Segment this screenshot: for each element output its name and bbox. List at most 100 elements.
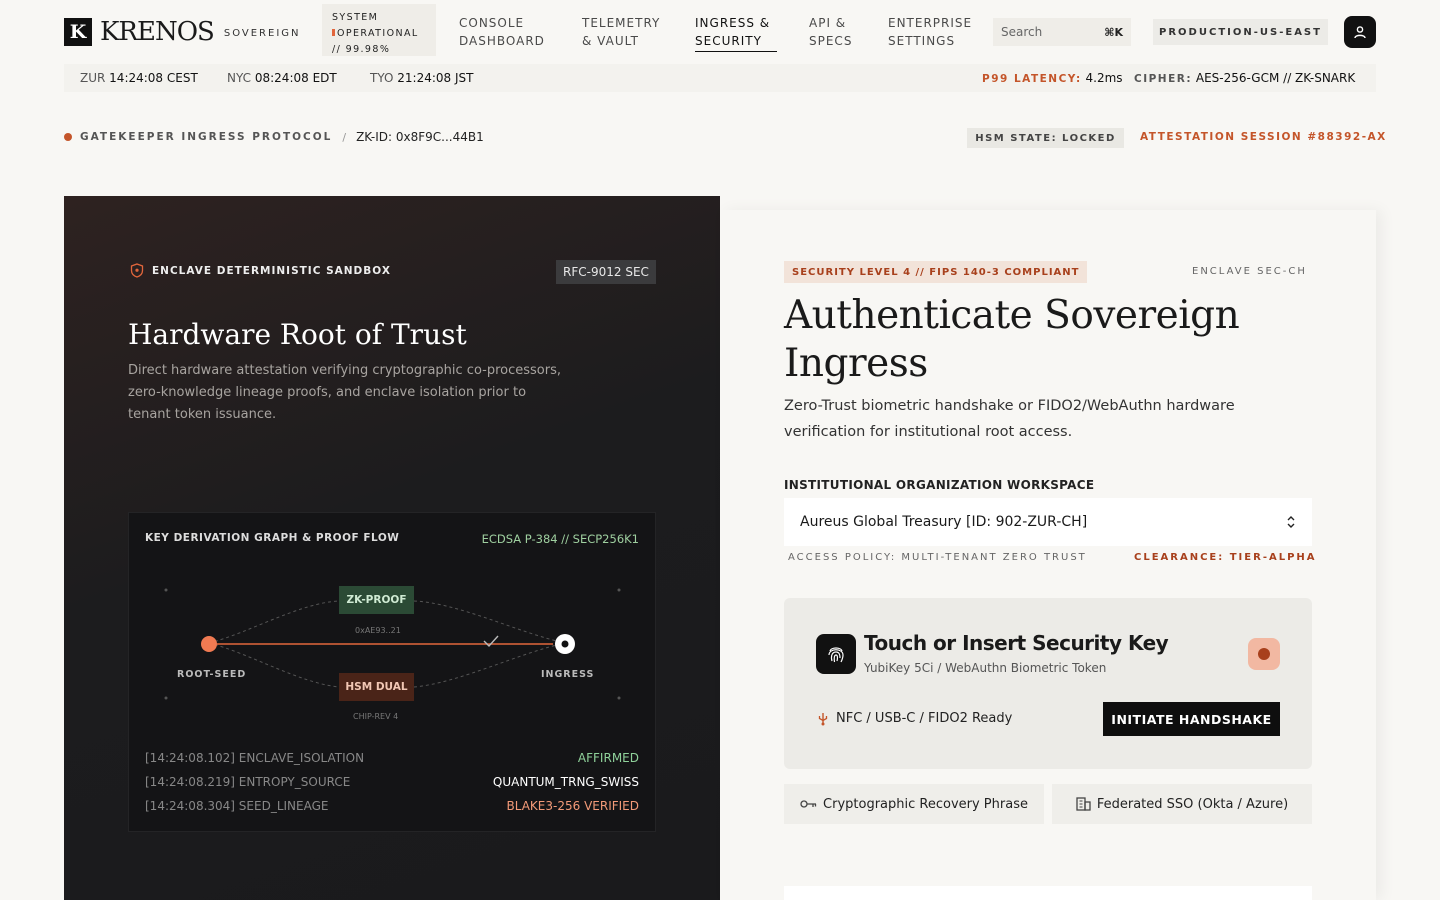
workspace-label: INSTITUTIONAL ORGANIZATION WORKSPACE [784, 478, 1095, 492]
search-placeholder: Search [1001, 25, 1043, 39]
nav-label-1: API & [809, 16, 847, 30]
clock-tyo-time: 21:24:08 JST [397, 71, 474, 85]
cipher-label: CIPHER: [1134, 73, 1193, 85]
nav-telemetry-vault[interactable]: TELEMETRY & VAULT [582, 14, 660, 50]
clock-tyo: TYO 21:24:08 JST [370, 71, 473, 85]
clock-tyo-label: TYO [370, 71, 394, 85]
cipher-value: AES-256-GCM // ZK-SNARK [1195, 71, 1356, 85]
top-header: K KRENOS SOVEREIGN SYSTEM OPERATIONAL //… [0, 0, 1440, 64]
clock-zur: ZUR 14:24:08 CEST [80, 71, 198, 85]
nfc-status-text: NFC / USB-C / FIDO2 Ready [836, 711, 1013, 726]
system-status: SYSTEM OPERATIONAL // 99.98% [322, 4, 436, 56]
nav-ingress-security[interactable]: INGRESS & SECURITY [695, 14, 777, 52]
auth-title: Authenticate Sovereign Ingress [784, 293, 1240, 386]
zk-proof-node[interactable]: ZK-PROOF [339, 586, 414, 614]
recording-dot [1258, 648, 1270, 660]
cipher-readout: CIPHER: AES-256-GCM // ZK-SNARK [1134, 71, 1355, 85]
user-icon [1354, 26, 1366, 39]
building-icon [1076, 797, 1091, 811]
security-key-panel: Touch or Insert Security Key YubiKey 5Ci… [784, 598, 1312, 769]
clock-zur-label: ZUR [80, 71, 106, 85]
nav-api-specs[interactable]: API & SPECS [809, 14, 852, 50]
nav-label-2: SETTINGS [888, 34, 956, 48]
log-value: BLAKE3-256 VERIFIED [506, 799, 639, 813]
nav-label-2: SECURITY [695, 34, 762, 48]
protocol-status-dot-icon [64, 133, 72, 141]
attestation-session: ATTESTATION SESSION #88392-AX [1140, 131, 1387, 143]
recovery-phrase-button[interactable]: Cryptographic Recovery Phrase [784, 784, 1044, 824]
security-key-title: Touch or Insert Security Key [864, 631, 1169, 655]
enclave-label: ENCLAVE SEC-CH [1192, 266, 1307, 277]
log-line: [14:24:08.219] ENTROPY_SOURCE [145, 775, 351, 789]
clock-zur-time: 14:24:08 CEST [109, 71, 198, 85]
federated-sso-button[interactable]: Federated SSO (Okta / Azure) [1052, 784, 1312, 824]
clearance-level: CLEARANCE: TIER-ALPHA [1134, 552, 1317, 563]
brand-logo[interactable]: K KRENOS SOVEREIGN [64, 17, 301, 47]
system-status-line3: // 99.98% [332, 44, 391, 55]
logo-subtitle: SOVEREIGN [223, 28, 301, 39]
nav-label-1: ENTERPRISE [888, 16, 973, 30]
nav-label-1: TELEMETRY [582, 16, 661, 30]
security-key-subtitle: YubiKey 5Ci / WebAuthn Biometric Token [864, 661, 1107, 675]
nav-enterprise-settings[interactable]: ENTERPRISE SETTINGS [888, 14, 972, 50]
grid-dot [164, 588, 168, 592]
key-derivation-graph: KEY DERIVATION GRAPH & PROOF FLOW ECDSA … [128, 512, 656, 832]
hsm-dual-node[interactable]: HSM DUAL [339, 673, 414, 701]
shield-icon [130, 263, 144, 278]
root-seed-label: ROOT-SEED [177, 669, 247, 680]
ingress-node-core [561, 640, 569, 648]
system-status-line2: OPERATIONAL [337, 28, 419, 39]
hsm-chip-rev: CHIP-REV 4 [353, 712, 399, 721]
log-line: [14:24:08.102] ENCLAVE_ISOLATION [145, 751, 365, 765]
recovery-phrase-label: Cryptographic Recovery Phrase [823, 796, 1028, 812]
usb-icon [818, 712, 828, 725]
environment-selector[interactable]: PRODUCTION-US-EAST [1153, 19, 1328, 45]
grid-dot [164, 696, 168, 700]
auth-card: SECURITY LEVEL 4 // FIPS 140-3 COMPLIANT… [720, 210, 1376, 900]
search-shortcut: ⌘K [1104, 25, 1123, 39]
log-line: [14:24:08.304] SEED_LINEAGE [145, 799, 329, 813]
hardware-trust-panel: ENCLAVE DETERMINISTIC SANDBOX RFC-9012 S… [64, 196, 720, 900]
user-menu-button[interactable] [1344, 16, 1376, 48]
chevron-updown-icon [1287, 516, 1295, 528]
recording-indicator-icon [1248, 638, 1280, 670]
panel-title: Hardware Root of Trust [128, 318, 467, 351]
clock-nyc-time: 08:24:08 EDT [254, 71, 337, 85]
breadcrumb-protocol[interactable]: GATEKEEPER INGRESS PROTOCOL [80, 131, 332, 143]
fingerprint-icon [816, 634, 856, 674]
status-dot-icon [332, 29, 335, 36]
auth-description: Zero-Trust biometric handshake or FIDO2/… [784, 398, 1235, 440]
logo-mark: K [64, 18, 92, 46]
latency-value: 4.2ms [1085, 71, 1123, 85]
nav-label-2: DASHBOARD [459, 34, 545, 48]
workspace-select[interactable]: Aureus Global Treasury [ID: 902-ZUR-CH] [784, 498, 1312, 546]
zk-proof-hash: 0xAE93..21 [355, 626, 401, 635]
nav-label-2: & VAULT [582, 34, 639, 48]
breadcrumb-separator: / [342, 130, 347, 144]
workspace-selected-value: Aureus Global Treasury [ID: 902-ZUR-CH] [800, 514, 1088, 530]
timezone-bar: ZUR 14:24:08 CEST NYC 08:24:08 EDT TYO 2… [64, 64, 1376, 92]
initiate-handshake-button[interactable]: INITIATE HANDSHAKE [1103, 702, 1280, 736]
key-icon [800, 800, 817, 808]
log-value: QUANTUM_TRNG_SWISS [492, 775, 639, 789]
fingerprint-glyph [828, 647, 844, 663]
ingress-label: INGRESS [541, 669, 595, 680]
breadcrumb-zk-id: ZK-ID: 0x8F9C...44B1 [356, 130, 484, 144]
security-level-badge: SECURITY LEVEL 4 // FIPS 140-3 COMPLIANT [784, 261, 1088, 283]
nav-label-1: CONSOLE [459, 16, 525, 30]
search-input[interactable]: Search ⌘K [993, 18, 1131, 46]
grid-dot [617, 588, 621, 592]
hsm-state-badge: HSM STATE: LOCKED [967, 128, 1124, 148]
nav-label-1: INGRESS & [695, 16, 771, 30]
nfc-status: NFC / USB-C / FIDO2 Ready [818, 711, 1012, 726]
root-seed-node [201, 636, 217, 652]
latency-label: P99 LATENCY: [982, 73, 1082, 85]
panel-description: Direct hardware attestation verifying cr… [128, 363, 561, 422]
clock-nyc-label: NYC [227, 71, 252, 85]
access-policy: ACCESS POLICY: MULTI-TENANT ZERO TRUST [788, 552, 1087, 563]
nav-console-dashboard[interactable]: CONSOLE DASHBOARD [459, 14, 545, 50]
sandbox-label: ENCLAVE DETERMINISTIC SANDBOX [130, 263, 391, 278]
edge-hsm-ingress [413, 642, 566, 688]
next-section-card [784, 886, 1312, 900]
grid-dot [617, 696, 621, 700]
